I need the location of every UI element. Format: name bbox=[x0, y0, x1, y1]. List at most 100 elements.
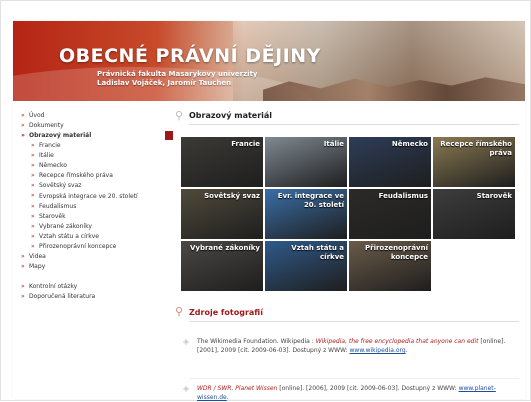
sidebar-subitem-vybrane-zakoniky[interactable]: » Vybrané zákoníky bbox=[21, 222, 171, 232]
sidebar-subitem-sovetsky-svaz[interactable]: » Sovětský svaz bbox=[21, 181, 171, 191]
gallery-tile-francie[interactable]: Francie bbox=[181, 137, 263, 187]
sources-heading: Zdroje fotografií bbox=[189, 308, 263, 317]
reference-text: [online]. [2006], 2009 [cit. 2009-06-03]… bbox=[277, 385, 459, 392]
bullet-icon: » bbox=[31, 233, 35, 240]
tile-label: Evr. integrace ve 20. století bbox=[277, 192, 344, 209]
sidebar-item-obrazovy-material[interactable]: » Obrazový materiál bbox=[21, 131, 173, 141]
sidebar-item-label: Přirozenoprávní koncepce bbox=[39, 243, 117, 250]
tile-label: Přirozenoprávní koncepce bbox=[365, 244, 428, 261]
sidebar-subitem-starovek[interactable]: » Starověk bbox=[21, 212, 171, 222]
gallery-tile-vztah-statu[interactable]: Vztah státu a církve bbox=[265, 241, 347, 291]
bullet-icon: » bbox=[31, 142, 35, 149]
sidebar-item-label: Sovětský svaz bbox=[39, 182, 82, 189]
bullet-icon: » bbox=[31, 213, 35, 220]
reference-link[interactable]: www.wikipedia.org bbox=[350, 347, 406, 354]
tile-label: Vybrané zákoníky bbox=[189, 244, 260, 252]
paperclip-icon: ◈ bbox=[183, 337, 190, 346]
bullet-icon: » bbox=[21, 283, 25, 290]
bullet-icon: » bbox=[31, 243, 35, 250]
sidebar-item-label: Kontrolní otázky bbox=[29, 283, 78, 290]
sidebar-item-mapy[interactable]: » Mapy bbox=[21, 262, 171, 272]
tile-label: Sovětský svaz bbox=[204, 192, 260, 200]
sidebar-item-label: Itálie bbox=[39, 152, 54, 159]
content-area: » Úvod » Dokumenty » Obrazový materiál » Fra… bbox=[13, 109, 525, 402]
paperclip-icon: ◈ bbox=[183, 384, 190, 393]
sidebar-subitem-francie[interactable]: » Francie bbox=[21, 141, 171, 151]
bullet-icon: » bbox=[31, 192, 35, 199]
gallery-tile-vybrane-zakoniky[interactable]: Vybrané zákoníky bbox=[181, 241, 263, 291]
tile-label: Německo bbox=[391, 140, 428, 148]
sidebar-nav: » Úvod » Dokumenty » Obrazový materiál » Fra… bbox=[21, 111, 173, 302]
reference-wikipedia: ◈ The Wikimedia Foundation. Wikipedia : … bbox=[183, 337, 515, 355]
tile-label: Itálie bbox=[323, 140, 344, 148]
sidebar-subitem-prirozenopravni[interactable]: » Přirozenoprávní koncepce bbox=[21, 242, 171, 252]
reference-planet-wissen: ◈ WDR / SWR. Planet Wissen [online]. [20… bbox=[183, 384, 515, 402]
sidebar-item-label: Vztah státu a církve bbox=[39, 233, 99, 240]
bullet-icon: » bbox=[21, 112, 25, 119]
reference-text: . bbox=[405, 347, 408, 354]
bullet-icon: » bbox=[21, 132, 25, 139]
bullet-icon: » bbox=[21, 122, 25, 129]
gallery-tile-prirozenopravni[interactable]: Přirozenoprávní koncepce bbox=[349, 241, 431, 291]
reference-title: Wikipedia, the free encyclopedia that an… bbox=[315, 338, 479, 345]
site-title[interactable]: OBECNÉ PRÁVNÍ DĚJINY bbox=[59, 45, 321, 67]
tile-label: Vztah státu a církve bbox=[291, 244, 344, 261]
title-divider bbox=[189, 124, 519, 125]
sidebar-item-label: Dokumenty bbox=[29, 122, 64, 129]
sidebar-subitem-evropska-integrace[interactable]: » Evropská integrace ve 20. století bbox=[21, 191, 139, 202]
sidebar-item-label: Úvod bbox=[29, 112, 45, 119]
reference-divider bbox=[189, 378, 519, 379]
sources-divider bbox=[189, 321, 519, 322]
key-icon: ⚲ bbox=[175, 109, 184, 122]
sidebar-item-dokumenty[interactable]: » Dokumenty bbox=[21, 121, 171, 131]
bullet-icon: » bbox=[31, 182, 35, 189]
gallery-tile-evropska-integrace[interactable]: Evr. integrace ve 20. století bbox=[265, 189, 347, 239]
page: OBECNÉ PRÁVNÍ DĚJINY Právnická fakulta M… bbox=[13, 21, 525, 402]
tile-label: Francie bbox=[231, 140, 260, 148]
sidebar-item-label: Recepce římského práva bbox=[39, 172, 113, 179]
bullet-icon: » bbox=[31, 162, 35, 169]
gallery-tile-sovetsky-svaz[interactable]: Sovětský svaz bbox=[181, 189, 263, 239]
bullet-icon: » bbox=[31, 223, 35, 230]
sidebar-subitem-italie[interactable]: » Itálie bbox=[21, 151, 171, 161]
bullet-icon: » bbox=[31, 203, 35, 210]
gallery-tile-nemecko[interactable]: Německo bbox=[349, 137, 431, 187]
sidebar-item-label: Francie bbox=[39, 142, 61, 149]
sidebar-item-label: Evropská integrace ve 20. století bbox=[39, 193, 138, 200]
sidebar-item-videa[interactable]: » Videa bbox=[21, 252, 171, 262]
header-banner: OBECNÉ PRÁVNÍ DĚJINY Právnická fakulta M… bbox=[13, 21, 525, 101]
sidebar-item-uvod[interactable]: » Úvod bbox=[21, 111, 171, 121]
gallery-tile-recepce[interactable]: Recepce římského práva bbox=[433, 137, 515, 187]
bullet-icon: » bbox=[31, 152, 35, 159]
reference-text: The Wikimedia Foundation. Wikipedia : bbox=[197, 338, 316, 345]
window-frame: OBECNÉ PRÁVNÍ DĚJINY Právnická fakulta M… bbox=[0, 0, 531, 401]
gallery-tile-feudalismus[interactable]: Feudalismus bbox=[349, 189, 431, 239]
page-title: Obrazový materiál bbox=[189, 111, 273, 120]
sidebar-item-label: Obrazový materiál bbox=[29, 132, 92, 139]
active-marker bbox=[165, 131, 173, 140]
sidebar-item-label: Starověk bbox=[39, 213, 66, 220]
tile-label: Feudalismus bbox=[378, 192, 428, 200]
site-subtitle: Právnická fakulta Masarykovy univerzity … bbox=[97, 70, 257, 88]
sidebar-subitem-recepce[interactable]: » Recepce římského práva bbox=[21, 171, 171, 181]
gallery-tile-italie[interactable]: Itálie bbox=[265, 137, 347, 187]
sidebar-item-label: Videa bbox=[29, 253, 46, 260]
subtitle-line-1: Právnická fakulta Masarykovy univerzity bbox=[97, 70, 258, 78]
sidebar-item-doporucena-literatura[interactable]: » Doporučená literatura bbox=[21, 292, 171, 302]
subtitle-line-2: Ladislav Vojáček, Jaromír Tauchen bbox=[97, 79, 232, 87]
key-icon: ⚲ bbox=[175, 305, 184, 318]
sidebar-item-label: Mapy bbox=[29, 263, 46, 270]
sidebar-subitem-vztah-statu[interactable]: » Vztah státu a církve bbox=[21, 232, 171, 242]
gallery-tile-starovek[interactable]: Starověk bbox=[433, 189, 515, 239]
sidebar-subitem-nemecko[interactable]: » Německo bbox=[21, 161, 171, 171]
sidebar-item-label: Feudalismus bbox=[39, 203, 77, 210]
sidebar-item-label: Vybrané zákoníky bbox=[39, 223, 92, 230]
bullet-icon: » bbox=[21, 293, 25, 300]
sidebar-subitem-feudalismus[interactable]: » Feudalismus bbox=[21, 202, 171, 212]
bullet-icon: » bbox=[31, 172, 35, 179]
sidebar-item-kontrolni-otazky[interactable]: » Kontrolní otázky bbox=[21, 282, 171, 292]
sidebar-item-label: Německo bbox=[39, 162, 67, 169]
bullet-icon: » bbox=[21, 253, 25, 260]
reference-text: . bbox=[226, 394, 229, 401]
